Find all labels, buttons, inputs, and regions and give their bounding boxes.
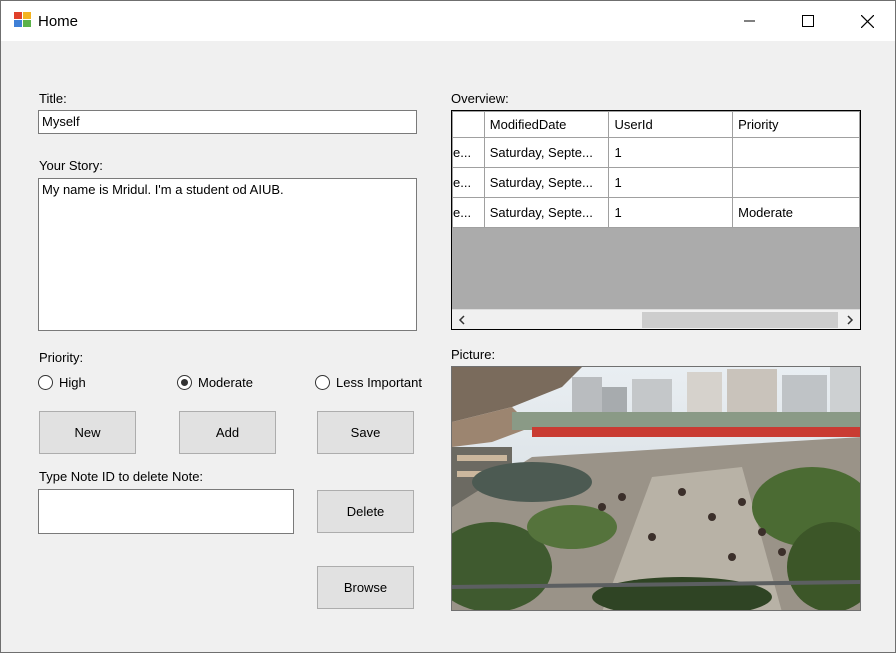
- title-label: Title:: [39, 91, 67, 106]
- priority-high-radio[interactable]: High: [38, 375, 86, 390]
- table-cell[interactable]: [732, 167, 860, 198]
- close-icon: [860, 14, 874, 28]
- table-row[interactable]: e... Saturday, Septe... 1: [452, 137, 860, 168]
- maximize-button[interactable]: [779, 1, 837, 41]
- scrollbar-thumb[interactable]: [642, 312, 838, 328]
- table-row[interactable]: e... Saturday, Septe... 1: [452, 167, 860, 198]
- delete-button[interactable]: Delete: [317, 490, 414, 533]
- table-cell[interactable]: e...: [452, 167, 485, 198]
- delete-note-label: Type Note ID to delete Note:: [39, 469, 204, 484]
- horizontal-scrollbar[interactable]: [452, 309, 860, 329]
- scroll-left-icon[interactable]: [454, 312, 470, 328]
- table-cell[interactable]: e...: [452, 197, 485, 228]
- browse-button[interactable]: Browse: [317, 566, 414, 609]
- window-title: Home: [38, 13, 79, 30]
- table-cell[interactable]: Saturday, Septe...: [483, 137, 610, 168]
- radio-label: Moderate: [198, 375, 253, 390]
- maximize-icon: [802, 15, 814, 27]
- minimize-icon: [744, 20, 755, 22]
- table-header-row: ModifiedDate UserId Priority: [452, 111, 860, 138]
- table-cell[interactable]: Saturday, Septe...: [483, 167, 610, 198]
- story-label: Your Story:: [39, 158, 103, 173]
- table-cell[interactable]: [732, 137, 860, 168]
- priority-moderate-radio[interactable]: Moderate: [177, 375, 253, 390]
- table-row[interactable]: e... Saturday, Septe... 1 Moderate: [452, 197, 860, 228]
- app-icon: [14, 12, 32, 28]
- overview-table: ModifiedDate UserId Priority e... Saturd…: [452, 111, 860, 228]
- story-textarea[interactable]: My name is Mridul. I'm a student od AIUB…: [38, 178, 417, 331]
- column-header-user-id[interactable]: UserId: [608, 111, 734, 138]
- table-cell[interactable]: Saturday, Septe...: [483, 197, 610, 228]
- table-cell[interactable]: e...: [452, 137, 485, 168]
- scroll-right-icon[interactable]: [842, 312, 858, 328]
- picture-label: Picture:: [451, 347, 496, 362]
- overview-grid[interactable]: ModifiedDate UserId Priority e... Saturd…: [451, 110, 861, 330]
- table-cell[interactable]: 1: [608, 197, 734, 228]
- main-window: Home Title: Myself Your Story: My name i…: [0, 0, 896, 653]
- radio-label: Less Important: [336, 375, 422, 390]
- column-header[interactable]: [452, 111, 485, 138]
- priority-label: Priority:: [39, 350, 84, 365]
- delete-note-id-input[interactable]: [38, 489, 294, 534]
- table-cell[interactable]: 1: [608, 167, 734, 198]
- title-input[interactable]: Myself: [38, 110, 417, 134]
- radio-indicator: [315, 375, 330, 390]
- picture-box[interactable]: [451, 366, 861, 611]
- close-button[interactable]: [838, 1, 896, 41]
- radio-label: High: [59, 375, 86, 390]
- title-bar: Home: [1, 1, 895, 41]
- minimize-button[interactable]: [721, 1, 779, 41]
- table-cell[interactable]: 1: [608, 137, 734, 168]
- radio-indicator: [38, 375, 53, 390]
- campus-photo: [452, 367, 860, 610]
- add-button[interactable]: Add: [179, 411, 276, 454]
- column-header-priority[interactable]: Priority: [732, 111, 860, 138]
- overview-label: Overview:: [451, 91, 509, 106]
- column-header-modified-date[interactable]: ModifiedDate: [483, 111, 610, 138]
- save-button[interactable]: Save: [317, 411, 414, 454]
- table-cell[interactable]: Moderate: [732, 197, 860, 228]
- radio-indicator: [177, 375, 192, 390]
- priority-less-important-radio[interactable]: Less Important: [315, 375, 422, 390]
- new-button[interactable]: New: [39, 411, 136, 454]
